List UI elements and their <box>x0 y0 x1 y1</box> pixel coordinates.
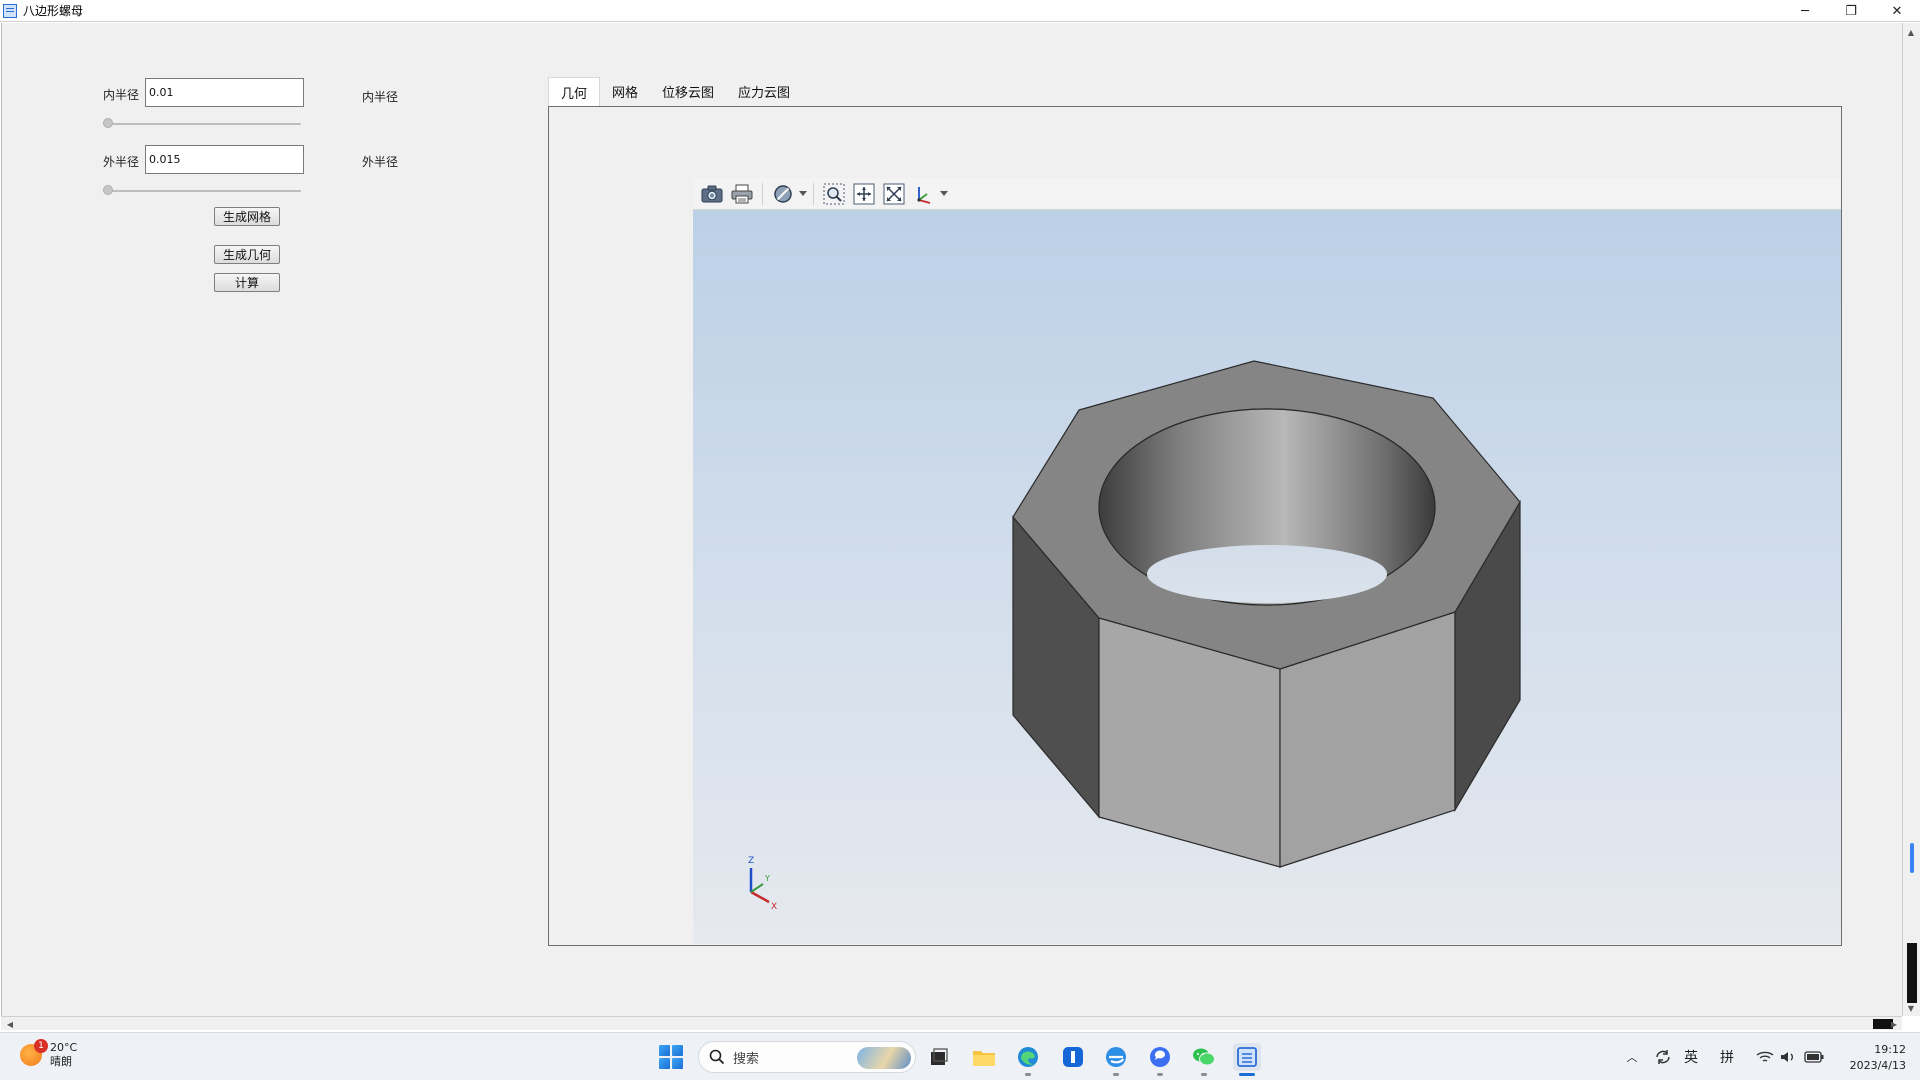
title-bar: 八边形螺母 ─ ❐ ✕ <box>0 0 1920 22</box>
camera-icon[interactable] <box>697 180 727 208</box>
search-highlight-image <box>857 1047 911 1069</box>
scroll-up-arrow-icon[interactable]: ▲ <box>1904 25 1918 39</box>
slider-track <box>103 123 301 125</box>
window-title: 八边形螺母 <box>23 4 84 18</box>
edge-browser-icon[interactable] <box>1014 1043 1042 1076</box>
axis-view-icon[interactable] <box>909 180 939 208</box>
octagonal-nut-model: Z Y X <box>748 360 1521 912</box>
fit-all-icon[interactable] <box>849 180 879 208</box>
volume-icon[interactable] <box>1780 1050 1796 1064</box>
lenovo-app-icon[interactable] <box>1059 1043 1087 1071</box>
3d-viewport[interactable]: Z Y X <box>693 210 1841 944</box>
3d-viewer: Z Y X <box>693 178 1841 944</box>
inner-radius-readout-label: 内半径 <box>362 90 399 104</box>
battery-icon[interactable] <box>1804 1051 1824 1063</box>
toolbar-separator <box>813 182 814 205</box>
generate-geometry-button[interactable]: 生成几何 <box>214 245 280 264</box>
clock-date: 2023/4/13 <box>1849 1059 1906 1072</box>
slider-thumb[interactable] <box>103 118 113 128</box>
tab-geometry[interactable]: 几何 <box>548 77 601 107</box>
nut-app-taskbar-icon[interactable] <box>1233 1043 1261 1076</box>
chevron-down-icon[interactable] <box>798 180 808 208</box>
axis-x-label: X <box>771 902 777 912</box>
axis-z-label: Z <box>748 856 754 866</box>
inner-radius-slider[interactable] <box>103 118 301 130</box>
restore-button[interactable]: ❐ <box>1828 0 1874 22</box>
ie-browser-icon[interactable] <box>1102 1043 1130 1076</box>
scroll-right-arrow-icon[interactable]: ▶ <box>1887 1017 1901 1031</box>
wechat-icon[interactable] <box>1190 1043 1218 1076</box>
tab-stress-contour[interactable]: 应力云图 <box>726 77 802 105</box>
scrollbar-thumb-dark[interactable] <box>1907 943 1917 1003</box>
hide-shape-icon[interactable] <box>768 180 798 208</box>
ime-language-indicator[interactable]: 英 <box>1684 1047 1698 1067</box>
axis-y-label: Y <box>764 874 770 883</box>
sync-icon[interactable] <box>1654 1048 1672 1066</box>
horizontal-scrollbar[interactable]: ◀ ▶ <box>1 1016 1902 1030</box>
active-indicator <box>1239 1073 1255 1076</box>
outer-radius-slider[interactable] <box>103 185 301 197</box>
wifi-icon[interactable] <box>1756 1050 1774 1064</box>
inner-radius-input[interactable] <box>145 78 304 107</box>
close-button[interactable]: ✕ <box>1874 0 1920 22</box>
tray-overflow-chevron-icon[interactable]: ︿ <box>1622 1049 1642 1065</box>
inner-radius-label: 内半径 <box>103 88 140 102</box>
window-controls: ─ ❐ ✕ <box>1782 0 1920 22</box>
viewer-toolbar <box>693 178 1841 210</box>
taskbar-search[interactable]: 搜索 <box>698 1041 916 1073</box>
weather-sun-icon: 1 <box>20 1039 48 1066</box>
system-clock[interactable]: 19:12 2023/4/13 <box>1850 1042 1906 1074</box>
ime-mode-indicator[interactable]: 拼 <box>1720 1047 1734 1067</box>
tab-bar: 几何 网格 位移云图 应力云图 <box>548 77 802 107</box>
tab-displacement-contour[interactable]: 位移云图 <box>650 77 726 105</box>
running-indicator <box>1025 1073 1031 1076</box>
weather-temperature: 20°C <box>50 1041 78 1054</box>
search-icon <box>709 1049 725 1065</box>
weather-description: 晴朗 <box>50 1055 72 1068</box>
nut-bore-opening <box>1147 545 1387 603</box>
outer-radius-label: 外半径 <box>103 155 140 169</box>
generate-mesh-button[interactable]: 生成网格 <box>214 207 280 226</box>
running-indicator <box>1113 1073 1119 1076</box>
slider-track <box>103 190 301 192</box>
compute-button[interactable]: 计算 <box>214 273 280 292</box>
toolbar-separator <box>762 182 763 205</box>
weather-widget[interactable]: 1 20°C 晴朗 <box>20 1039 77 1069</box>
system-tray: ︿ 英 拼 <box>1622 1033 1824 1080</box>
minimize-button[interactable]: ─ <box>1782 0 1828 22</box>
notification-badge: 1 <box>34 1039 48 1053</box>
scrollbar-thumb[interactable] <box>1910 843 1914 873</box>
chevron-down-icon[interactable] <box>939 180 949 208</box>
axis-triad: Z Y X <box>748 856 777 912</box>
print-icon[interactable] <box>727 180 757 208</box>
taskbar: 1 20°C 晴朗 搜索 ︿ 英 拼 19:12 2023/4/13 <box>0 1032 1920 1080</box>
scroll-down-arrow-icon[interactable]: ▼ <box>1904 1001 1918 1015</box>
clock-time: 19:12 <box>1874 1043 1906 1056</box>
task-view-icon[interactable] <box>925 1043 953 1071</box>
weather-text: 20°C 晴朗 <box>50 1041 77 1069</box>
start-button[interactable] <box>659 1045 683 1069</box>
app-icon <box>3 3 17 18</box>
slider-thumb[interactable] <box>103 185 113 195</box>
file-explorer-icon[interactable] <box>970 1043 998 1071</box>
vertical-scrollbar[interactable]: ▲ ▼ <box>1902 23 1920 1016</box>
scroll-left-arrow-icon[interactable]: ◀ <box>3 1017 17 1031</box>
tab-mesh[interactable]: 网格 <box>600 77 650 105</box>
zoom-extents-icon[interactable] <box>879 180 909 208</box>
outer-radius-readout-label: 外半径 <box>362 155 399 169</box>
chat-app-icon[interactable] <box>1146 1043 1174 1076</box>
running-indicator <box>1157 1073 1163 1076</box>
search-placeholder: 搜索 <box>733 1051 760 1067</box>
outer-radius-input[interactable] <box>145 145 304 174</box>
running-indicator <box>1201 1073 1207 1076</box>
zoom-window-icon[interactable] <box>819 180 849 208</box>
